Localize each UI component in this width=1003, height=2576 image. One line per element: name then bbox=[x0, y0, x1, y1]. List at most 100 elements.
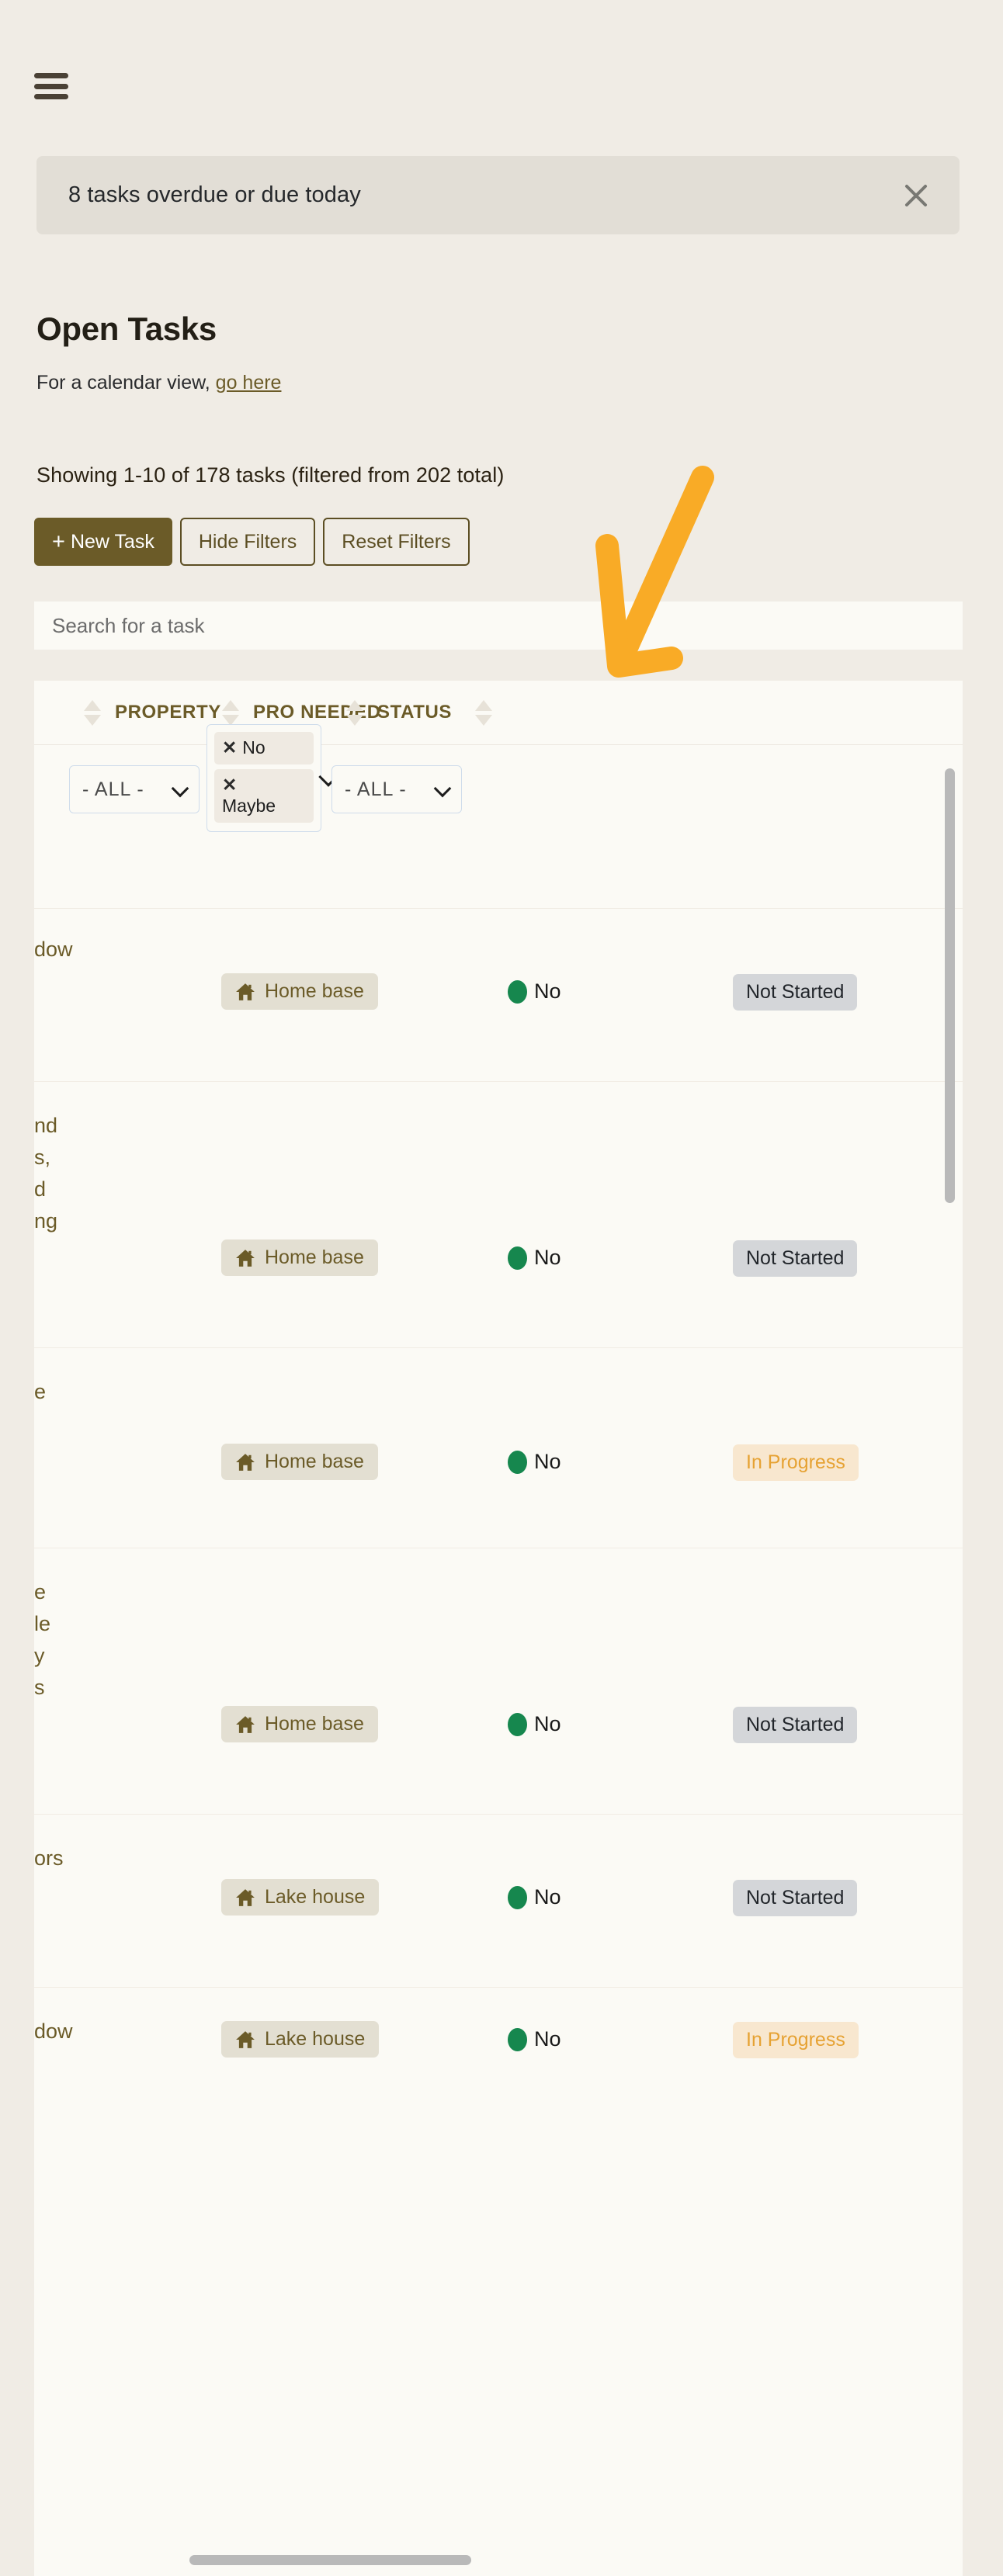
status-badge: In Progress bbox=[733, 1444, 859, 1481]
property-badge[interactable]: Home base bbox=[221, 1239, 378, 1276]
filter-status-value: - ALL - bbox=[345, 778, 407, 800]
column-header-label: PROPERTY bbox=[115, 702, 221, 723]
status-badge: Not Started bbox=[733, 1240, 858, 1277]
filter-chip-maybe[interactable]: ✕ Maybe bbox=[214, 769, 314, 823]
status-cell: Not Started bbox=[733, 1707, 858, 1743]
status-cell: In Progress bbox=[733, 2022, 859, 2058]
property-label: Home base bbox=[265, 1246, 364, 1268]
filter-property-value: - ALL - bbox=[82, 778, 144, 800]
property-cell: Home base bbox=[221, 973, 378, 1010]
toolbar: + New Task Hide Filters Reset Filters bbox=[34, 518, 470, 566]
table-row[interactable]: nd s, d ng Home base No Not Started bbox=[34, 1081, 963, 1347]
property-badge[interactable]: Lake house bbox=[221, 2021, 380, 2058]
reset-filters-button[interactable]: Reset Filters bbox=[323, 518, 470, 566]
column-header-property[interactable]: PROPERTY bbox=[84, 699, 221, 726]
table-body: dow Home base No Not Started nd s, d ng Home … bbox=[34, 908, 963, 2113]
table-row[interactable]: ors Lake house No Not Started bbox=[34, 1814, 963, 1987]
property-badge[interactable]: Home base bbox=[221, 973, 378, 1010]
table-row[interactable]: e Home base No In Progress bbox=[34, 1347, 963, 1548]
home-icon bbox=[236, 1715, 255, 1733]
pro-needed-value: No bbox=[534, 1450, 561, 1473]
property-cell: Home base bbox=[221, 1706, 378, 1742]
column-header-status[interactable]: STATUS bbox=[346, 699, 453, 726]
status-badge: Not Started bbox=[733, 1707, 858, 1743]
home-icon bbox=[236, 1249, 255, 1267]
status-badge: Not Started bbox=[733, 974, 858, 1011]
sort-arrows-icon[interactable] bbox=[475, 699, 492, 726]
home-icon bbox=[236, 983, 255, 1000]
sort-arrows-icon[interactable] bbox=[222, 699, 239, 726]
pro-needed-cell: No bbox=[508, 1885, 561, 1909]
home-icon bbox=[236, 1888, 255, 1906]
task-name-cell: dow bbox=[34, 2020, 73, 2043]
home-icon bbox=[236, 2030, 255, 2048]
filter-property-select[interactable]: - ALL - bbox=[69, 765, 200, 813]
plus-icon: + bbox=[52, 529, 65, 554]
property-label: Lake house bbox=[265, 1886, 366, 1908]
calendar-view-link[interactable]: go here bbox=[216, 372, 282, 394]
page-title: Open Tasks bbox=[36, 310, 217, 347]
filter-pro-needed-multiselect[interactable]: ✕ No ✕ Maybe bbox=[206, 724, 321, 832]
pro-needed-value: No bbox=[534, 2027, 561, 2051]
hide-filters-button[interactable]: Hide Filters bbox=[179, 518, 316, 566]
property-cell: Lake house bbox=[221, 1879, 380, 1916]
property-label: Home base bbox=[265, 980, 364, 1002]
sort-arrows-icon[interactable] bbox=[346, 699, 363, 726]
table-header-row: PROPERTY PRO NEEDED STATUS bbox=[34, 681, 963, 745]
property-label: Home base bbox=[265, 1713, 364, 1735]
pro-needed-value: No bbox=[534, 1712, 561, 1735]
status-cell: In Progress bbox=[733, 1444, 859, 1481]
chevron-down-icon bbox=[435, 782, 450, 797]
search-input[interactable]: Search for a task bbox=[34, 602, 963, 650]
pro-needed-value: No bbox=[534, 979, 561, 1003]
task-name-cell: dow bbox=[34, 938, 73, 961]
close-icon[interactable] bbox=[899, 179, 933, 213]
results-count: Showing 1-10 of 178 tasks (filtered from… bbox=[36, 463, 505, 487]
property-label: Lake house bbox=[265, 2028, 366, 2050]
remove-chip-icon[interactable]: ✕ bbox=[222, 775, 237, 795]
new-task-label: New Task bbox=[70, 530, 154, 553]
status-badge: In Progress bbox=[733, 2022, 859, 2058]
status-dot-icon bbox=[508, 1246, 527, 1270]
column-header-sorter-extra[interactable] bbox=[475, 699, 492, 726]
status-dot-icon bbox=[508, 2027, 527, 2051]
status-dot-icon bbox=[508, 979, 527, 1004]
property-badge[interactable]: Home base bbox=[221, 1444, 378, 1480]
pro-needed-cell: No bbox=[508, 2027, 561, 2051]
status-badge: Not Started bbox=[733, 1880, 858, 1916]
pro-needed-value: No bbox=[534, 1246, 561, 1269]
filter-chip-no[interactable]: ✕ No bbox=[214, 732, 314, 765]
overdue-banner-text: 8 tasks overdue or due today bbox=[68, 182, 361, 207]
hamburger-bar bbox=[34, 94, 68, 99]
property-label: Home base bbox=[265, 1451, 364, 1472]
task-name-cell: nd s, d ng bbox=[34, 1114, 58, 1233]
pro-needed-value: No bbox=[534, 1885, 561, 1909]
table-row[interactable]: dow Home base No Not Started bbox=[34, 908, 963, 1081]
horizontal-scrollbar[interactable] bbox=[189, 2555, 471, 2565]
tasks-table: PROPERTY PRO NEEDED STATUS - ALL - ✕ No … bbox=[34, 681, 963, 2576]
property-badge[interactable]: Home base bbox=[221, 1706, 378, 1742]
property-badge[interactable]: Lake house bbox=[221, 1879, 380, 1916]
remove-chip-icon[interactable]: ✕ bbox=[222, 737, 237, 758]
filter-status-select[interactable]: - ALL - bbox=[331, 765, 462, 813]
property-cell: Lake house bbox=[221, 2021, 380, 2058]
property-cell: Home base bbox=[221, 1444, 378, 1480]
status-dot-icon bbox=[508, 1712, 527, 1736]
sort-arrows-icon[interactable] bbox=[84, 699, 101, 726]
hamburger-menu-icon[interactable] bbox=[34, 73, 68, 99]
vertical-scrollbar[interactable] bbox=[945, 768, 955, 1203]
hamburger-bar bbox=[34, 83, 68, 89]
status-cell: Not Started bbox=[733, 974, 858, 1011]
chevron-down-icon bbox=[172, 782, 188, 797]
table-row[interactable]: e le y s Home base No Not Started bbox=[34, 1548, 963, 1814]
pro-needed-cell: No bbox=[508, 1712, 561, 1736]
new-task-button[interactable]: + New Task bbox=[34, 518, 172, 566]
home-icon bbox=[236, 1453, 255, 1471]
pro-needed-cell: No bbox=[508, 1450, 561, 1474]
task-name-cell: e le y s bbox=[34, 1580, 51, 1700]
status-dot-icon bbox=[508, 1885, 527, 1909]
table-row[interactable]: dow Lake house No In Progress bbox=[34, 1987, 963, 2113]
page-root: 8 tasks overdue or due today Open Tasks … bbox=[0, 0, 1003, 2576]
hamburger-bar bbox=[34, 73, 68, 78]
column-header-label: STATUS bbox=[377, 702, 453, 723]
